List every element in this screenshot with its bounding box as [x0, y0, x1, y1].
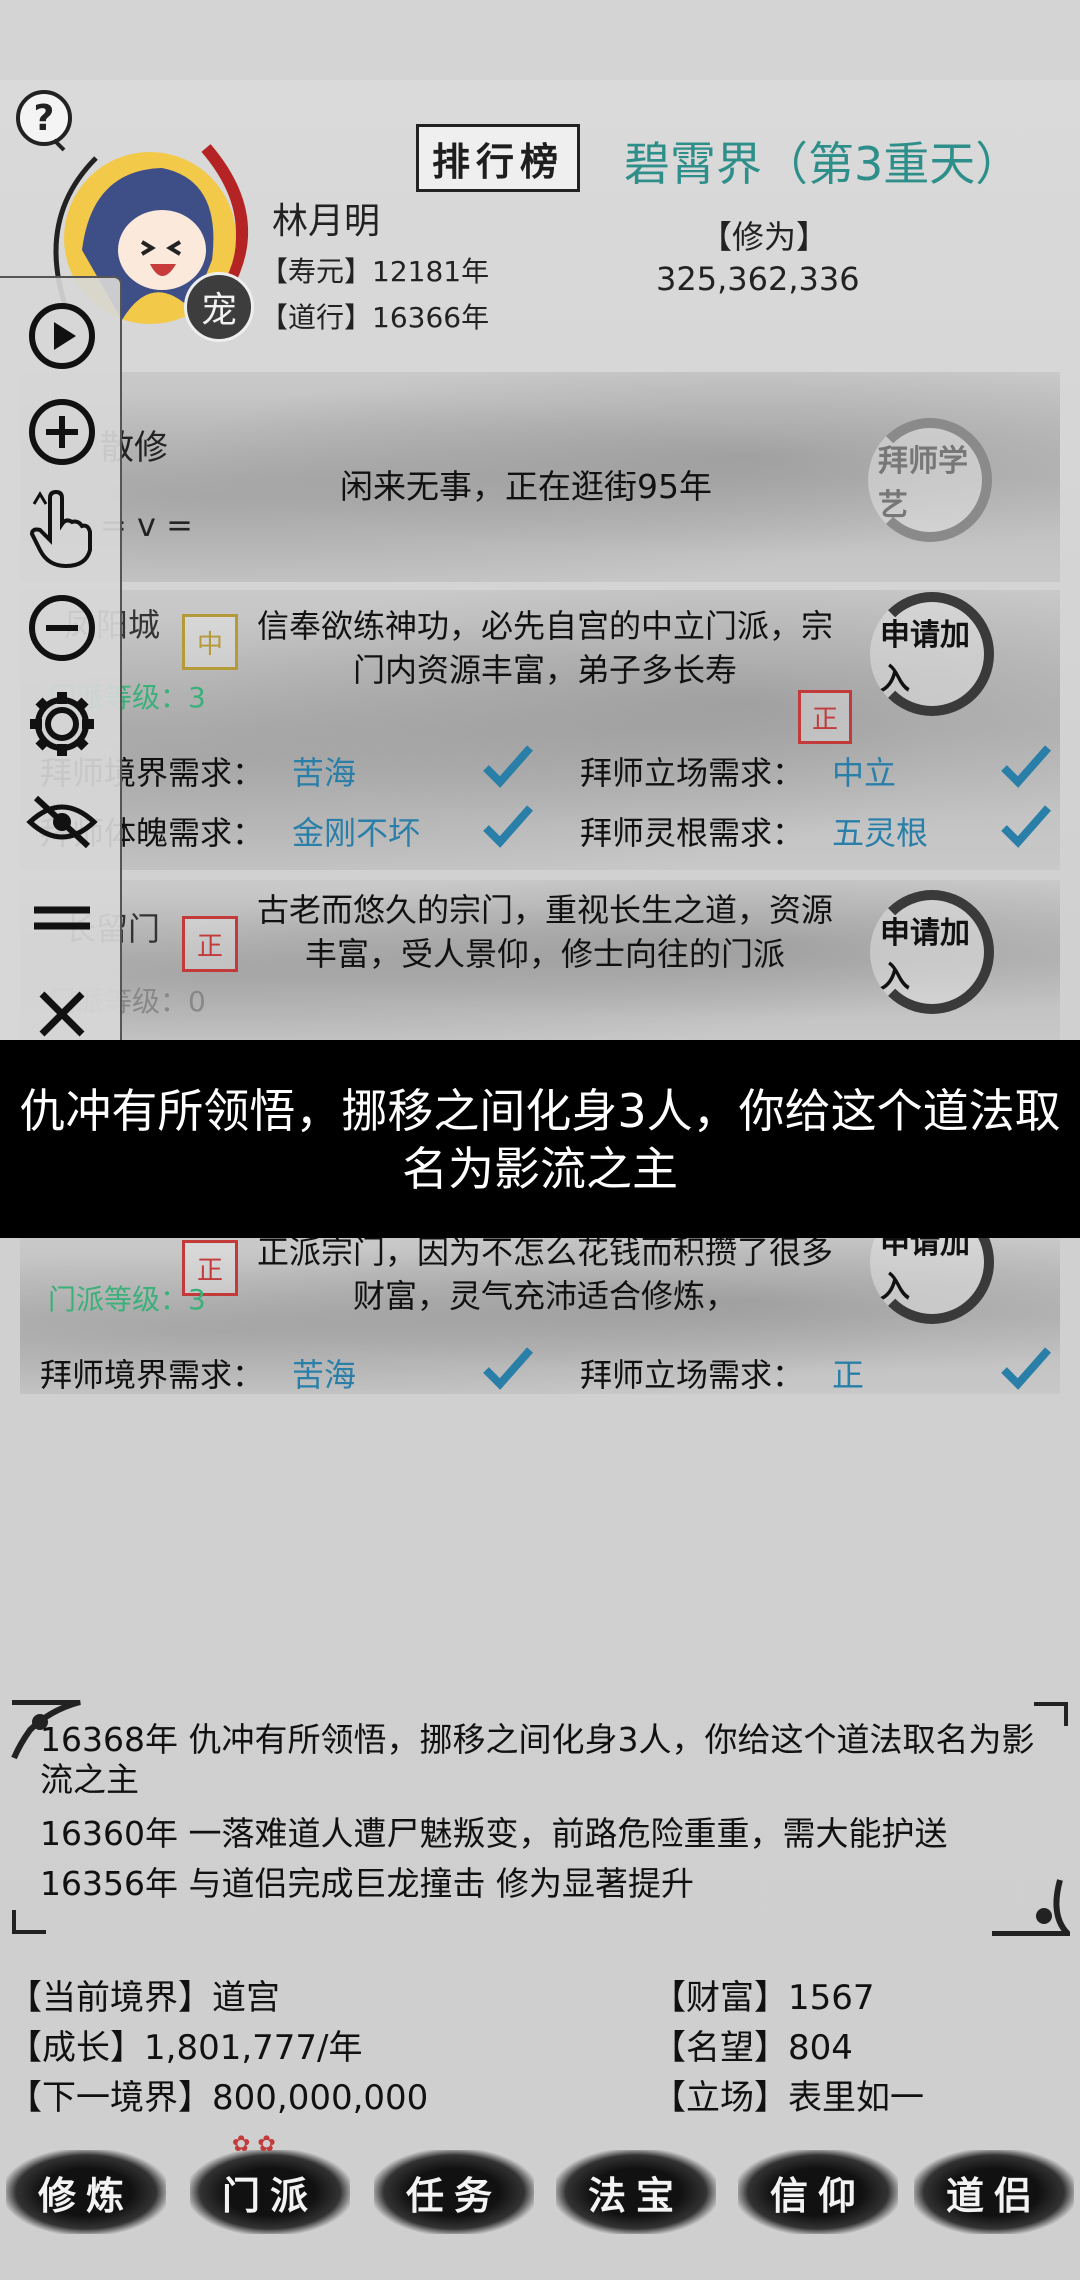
dao-stat: 【道行】16366年 — [260, 296, 489, 336]
faction-stamp: 正 — [798, 690, 852, 744]
sect-description: 信奉欲练神功，必先自宫的中立门派，宗门内资源丰富，弟子多长寿 — [256, 607, 833, 689]
event-toast: 仇冲有所领悟，挪移之间化身3人，你给这个道法取名为影流之主 — [0, 1040, 1080, 1238]
dao-value: 16366年 — [372, 301, 490, 334]
sect-level-value: 3 — [188, 1283, 206, 1316]
growth-value: 1,801,777/年 — [144, 2028, 363, 2068]
activity-text: 闲来无事，正在逛街95年 — [340, 467, 712, 506]
req-realm-value: 苦海 — [292, 754, 357, 792]
check-icon — [1001, 1347, 1051, 1390]
dao-label: 【道行】 — [260, 301, 373, 334]
log-entry: 16360年 一落难道人遭尸魅叛变，前路危险重重，需大能护送 — [40, 1814, 948, 1853]
character-name: 林月明 — [272, 201, 381, 242]
wealth-value: 1567 — [788, 1978, 875, 2018]
current-realm-stat: 【当前境界】道宫 — [8, 1970, 280, 2019]
fame-stat: 【名望】804 — [652, 2020, 853, 2069]
growth-stat: 【成长】1,801,777/年 — [8, 2020, 363, 2069]
apply-join-button[interactable]: 申请加入 — [870, 592, 994, 716]
nav-cultivate[interactable]: 修炼 — [6, 2150, 166, 2234]
menu-lines-icon[interactable] — [22, 878, 102, 958]
req-body-value: 金刚不坏 — [292, 814, 421, 852]
nav-faith[interactable]: 信仰 — [738, 2150, 898, 2234]
log-entry: 16356年 与道侣完成巨龙撞击 修为显著提升 — [40, 1864, 694, 1903]
req-realm-value: 苦海 — [292, 1356, 357, 1394]
next-realm-label: 【下一境界】 — [8, 2078, 212, 2118]
nav-tasks[interactable]: 任务 — [374, 2150, 534, 2234]
req-stance-value: 中立 — [832, 754, 897, 792]
nav-treasure[interactable]: 法宝 — [556, 2150, 716, 2234]
tap-hand-icon[interactable] — [22, 490, 102, 570]
leaderboard-button[interactable]: 排行榜 — [416, 124, 580, 192]
stance-value: 表里如一 — [788, 2078, 924, 2118]
check-icon — [483, 805, 533, 848]
stance-stat: 【立场】表里如一 — [652, 2070, 924, 2119]
nav-sect[interactable]: 门派 — [190, 2150, 350, 2234]
play-icon[interactable] — [22, 296, 102, 376]
sect-stamp: 正 — [182, 916, 238, 972]
realm-title: 碧霄界（第3重天） — [624, 137, 1022, 191]
sect-description: 正派宗门，因为不怎么花钱而积攒了很多财富，灵气充沛适合修炼， — [256, 1233, 833, 1315]
growth-label: 【成长】 — [8, 2028, 144, 2068]
fame-value: 804 — [788, 2028, 853, 2068]
check-icon — [1001, 745, 1051, 788]
sect-level-label: 门派等级： — [48, 1283, 189, 1316]
svg-text:?: ? — [34, 98, 55, 139]
nav-companion[interactable]: 道侣 — [914, 2150, 1074, 2234]
apply-join-button[interactable]: 申请加入 — [870, 890, 994, 1014]
hide-eye-icon[interactable] — [22, 782, 102, 862]
req-stance-label: 拜师立场需求： — [580, 754, 805, 792]
speed-up-icon[interactable] — [22, 392, 102, 472]
req-root-label: 拜师灵根需求： — [580, 814, 805, 852]
check-icon — [1001, 805, 1051, 848]
log-entry: 16368年 仇冲有所领悟，挪移之间化身3人，你给这个道法取名为影流之主 — [40, 1720, 1035, 1799]
req-root-value: 五灵根 — [832, 814, 929, 852]
current-realm-label: 【当前境界】 — [8, 1978, 212, 2018]
sect-level-value: 0 — [188, 985, 206, 1018]
req-realm-label: 拜师境界需求： — [40, 1356, 265, 1394]
lifespan-value: 12181年 — [372, 255, 490, 288]
current-realm-value: 道宫 — [212, 1978, 280, 2018]
cultivation-label: 【修为】 — [700, 218, 829, 256]
next-realm-value: 800,000,000 — [212, 2078, 429, 2118]
lifespan-label: 【寿元】 — [260, 255, 373, 288]
sect-level: 门派等级：3 — [48, 1278, 206, 1318]
corner-bracket-icon — [12, 1910, 46, 1934]
check-icon — [483, 1347, 533, 1390]
sect-alert-icon: ✿ ✿ — [232, 2132, 276, 2157]
sect-stamp: 中 — [182, 614, 238, 670]
gear-icon[interactable] — [22, 684, 102, 764]
stance-label: 【立场】 — [652, 2078, 788, 2118]
fame-label: 【名望】 — [652, 2028, 788, 2068]
req-stance-value: 正 — [832, 1356, 865, 1394]
slow-down-icon[interactable] — [22, 588, 102, 668]
wealth-label: 【财富】 — [652, 1978, 788, 2018]
check-icon — [483, 745, 533, 788]
next-realm-stat: 【下一境界】800,000,000 — [8, 2070, 428, 2119]
sect-description: 古老而悠久的宗门，重视长生之道，资源丰富，受人景仰，修士向往的门派 — [256, 891, 833, 973]
apprentice-seal-button[interactable]: 拜师学艺 — [868, 418, 992, 542]
pet-badge[interactable]: 宠 — [184, 272, 254, 342]
req-stance-label: 拜师立场需求： — [580, 1356, 805, 1394]
lifespan-stat: 【寿元】12181年 — [260, 250, 489, 290]
sect-level-value: 3 — [188, 681, 206, 714]
wealth-stat: 【财富】1567 — [652, 1970, 875, 2019]
cultivation-value: 325,362,336 — [656, 260, 860, 298]
